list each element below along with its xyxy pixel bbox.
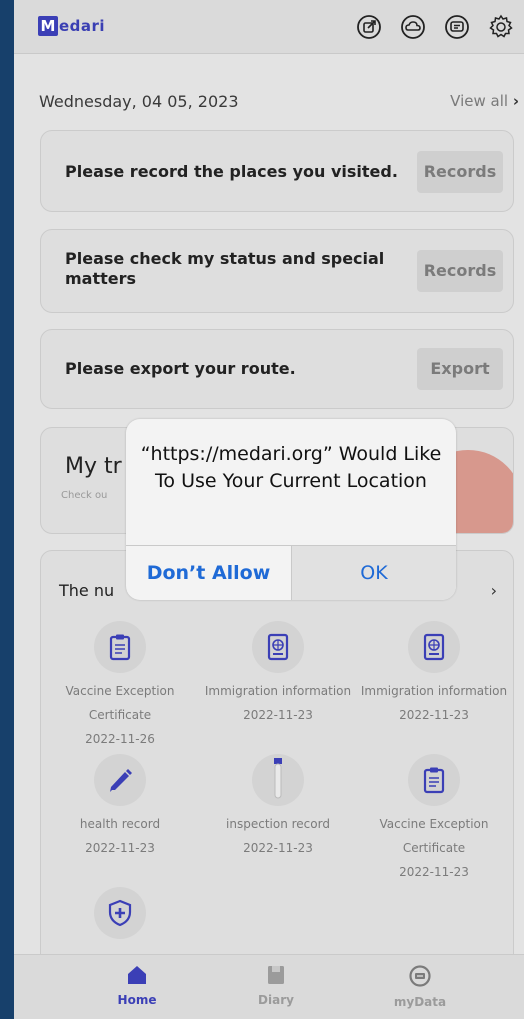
view-all-link[interactable]: View all › bbox=[450, 92, 519, 110]
test-tube-icon bbox=[252, 754, 304, 806]
item-date: 2022-11-23 bbox=[243, 708, 313, 722]
export-icon[interactable] bbox=[352, 10, 386, 44]
top-bar: M edari bbox=[14, 0, 524, 54]
nav-home-label: Home bbox=[117, 993, 157, 1007]
view-all-label: View all bbox=[450, 92, 509, 110]
nav-diary[interactable]: Diary bbox=[236, 965, 316, 1007]
status-card: Please check my status and special matte… bbox=[40, 229, 514, 313]
top-icons bbox=[352, 10, 518, 44]
dont-allow-button[interactable]: Don’t Allow bbox=[126, 546, 291, 600]
list-item[interactable]: Vaccine Exception Certificate 2022-11-23 bbox=[359, 754, 509, 884]
item-name: inspection record bbox=[226, 817, 330, 831]
current-date: Wednesday, 04 05, 2023 bbox=[39, 92, 239, 111]
item-date: 2022-11-23 bbox=[243, 841, 313, 855]
list-item[interactable]: health record 2022-11-23 bbox=[45, 754, 195, 860]
record-places-label: Please record the places you visited. bbox=[65, 162, 398, 181]
list-item[interactable]: Immigration information 2022-11-23 bbox=[359, 621, 509, 727]
app-screen: M edari Wednesday, 04 05, 2023 View all … bbox=[14, 0, 524, 1019]
export-button[interactable]: Export bbox=[417, 348, 503, 390]
clipboard-icon bbox=[408, 754, 460, 806]
diary-icon bbox=[268, 966, 284, 984]
list-item[interactable]: inspection record 2022-11-23 bbox=[203, 754, 353, 860]
item-name: health record bbox=[79, 817, 161, 831]
chevron-right-icon: › bbox=[512, 92, 519, 110]
record-places-card: Please record the places you visited. Re… bbox=[40, 130, 514, 212]
nav-mydata-label: myData bbox=[393, 995, 447, 1009]
item-name: Vaccine Exception Certificate bbox=[65, 684, 175, 722]
list-item[interactable]: Immigration information 2022-11-23 bbox=[203, 621, 353, 727]
status-records-button[interactable]: Records bbox=[417, 250, 503, 292]
item-name: Immigration information bbox=[204, 684, 352, 698]
list-item[interactable] bbox=[45, 887, 195, 939]
logo-mark: M bbox=[38, 16, 58, 36]
passport-icon bbox=[252, 621, 304, 673]
item-date: 2022-11-26 bbox=[85, 732, 155, 746]
nav-mydata[interactable]: myData bbox=[380, 965, 460, 1009]
bottom-nav: Home Diary myData bbox=[14, 954, 524, 1019]
cloud-icon[interactable] bbox=[396, 10, 430, 44]
gear-icon[interactable] bbox=[484, 10, 518, 44]
clipboard-icon bbox=[94, 621, 146, 673]
logo[interactable]: M edari bbox=[38, 16, 105, 36]
dialog-message: “https://medari.org” Would Like To Use Y… bbox=[140, 443, 442, 492]
mydata-icon bbox=[409, 965, 431, 987]
records-button[interactable]: Records bbox=[417, 151, 503, 193]
chat-icon[interactable] bbox=[440, 10, 474, 44]
chevron-right-icon[interactable]: › bbox=[491, 581, 497, 600]
trip-subtitle: Check ou bbox=[61, 490, 108, 501]
list-item[interactable]: Vaccine Exception Certificate 2022-11-26 bbox=[45, 621, 195, 751]
export-route-label: Please export your route. bbox=[65, 359, 296, 378]
ok-button[interactable]: OK bbox=[292, 546, 456, 600]
item-date: 2022-11-23 bbox=[399, 865, 469, 879]
home-icon bbox=[128, 966, 146, 984]
logo-text: edari bbox=[59, 17, 106, 35]
status-label: Please check my status and special matte… bbox=[65, 249, 385, 288]
pencil-icon bbox=[94, 754, 146, 806]
trip-title: My tr bbox=[65, 454, 122, 479]
nav-home[interactable]: Home bbox=[97, 965, 177, 1007]
records-list-card: The nu › Vaccine Exception Certificate 2… bbox=[40, 550, 514, 970]
item-date: 2022-11-23 bbox=[399, 708, 469, 722]
item-name: Vaccine Exception Certificate bbox=[379, 817, 489, 855]
list-title: The nu bbox=[59, 581, 115, 600]
location-permission-dialog: “https://medari.org” Would Like To Use Y… bbox=[126, 419, 456, 600]
shield-plus-icon bbox=[94, 887, 146, 939]
export-route-card: Please export your route. Export bbox=[40, 329, 514, 409]
item-date: 2022-11-23 bbox=[85, 841, 155, 855]
nav-diary-label: Diary bbox=[258, 993, 294, 1007]
passport-icon bbox=[408, 621, 460, 673]
date-bar: Wednesday, 04 05, 2023 View all › bbox=[39, 92, 519, 114]
item-name: Immigration information bbox=[360, 684, 508, 698]
